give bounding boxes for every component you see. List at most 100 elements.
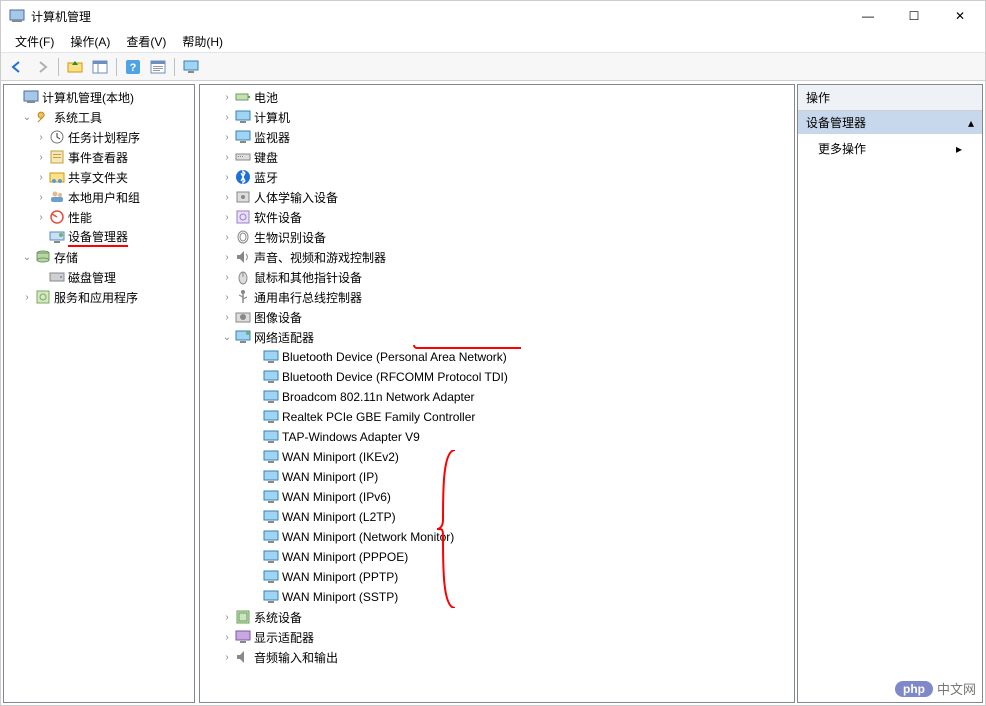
device-display-adapters[interactable]: ›显示适配器 <box>200 627 792 647</box>
chevron-right-icon[interactable]: › <box>34 190 48 204</box>
device-nic-l2tp[interactable]: WAN Miniport (L2TP) <box>200 507 792 527</box>
maximize-button[interactable]: ☐ <box>891 1 937 31</box>
tree-device-manager[interactable]: 设备管理器 <box>4 227 194 247</box>
up-folder-button[interactable] <box>63 56 87 78</box>
chevron-down-icon[interactable]: ⌄ <box>20 250 34 264</box>
monitor-button[interactable] <box>179 56 203 78</box>
tree-disk-management[interactable]: 磁盘管理 <box>4 267 194 287</box>
tree-storage[interactable]: ⌄ 存储 <box>4 247 194 267</box>
close-button[interactable]: ✕ <box>937 1 983 31</box>
device-hid[interactable]: ›人体学输入设备 <box>200 187 792 207</box>
tree-services[interactable]: › 服务和应用程序 <box>4 287 194 307</box>
expander-blank <box>34 230 48 244</box>
nic-icon <box>263 369 279 385</box>
chevron-right-icon[interactable]: › <box>34 150 48 164</box>
chevron-down-icon[interactable]: ⌄ <box>20 110 34 124</box>
device-sound[interactable]: ›声音、视频和游戏控制器 <box>200 247 792 267</box>
tree-local-users[interactable]: › 本地用户和组 <box>4 187 194 207</box>
chevron-right-icon[interactable]: › <box>220 290 234 304</box>
nic-icon <box>263 489 279 505</box>
device-nic-pptp[interactable]: WAN Miniport (PPTP) <box>200 567 792 587</box>
app-icon <box>9 8 25 24</box>
php-badge: php <box>895 681 933 697</box>
minimize-button[interactable]: — <box>845 1 891 31</box>
menu-file[interactable]: 文件(F) <box>7 31 62 52</box>
actions-subheader[interactable]: 设备管理器 ▴ <box>798 111 982 134</box>
chevron-right-icon[interactable]: › <box>220 130 234 144</box>
device-computer[interactable]: ›计算机 <box>200 107 792 127</box>
chevron-right-icon[interactable]: › <box>34 170 48 184</box>
expander-blank <box>248 490 262 504</box>
nic-icon <box>263 529 279 545</box>
menu-view[interactable]: 查看(V) <box>118 31 174 52</box>
expander-blank <box>248 590 262 604</box>
device-system-devices[interactable]: ›系统设备 <box>200 607 792 627</box>
chevron-right-icon[interactable]: › <box>220 270 234 284</box>
chevron-right-icon[interactable]: › <box>20 290 34 304</box>
device-nic-btpan[interactable]: Bluetooth Device (Personal Area Network) <box>200 347 792 367</box>
nic-icon <box>263 509 279 525</box>
chevron-right-icon[interactable]: › <box>220 310 234 324</box>
tree-root[interactable]: 计算机管理(本地) <box>4 87 194 107</box>
device-keyboard[interactable]: ›键盘 <box>200 147 792 167</box>
device-audio-io[interactable]: ›音频输入和输出 <box>200 647 792 667</box>
help-button[interactable]: ? <box>121 56 145 78</box>
chevron-right-icon[interactable]: › <box>34 130 48 144</box>
back-button[interactable] <box>5 56 29 78</box>
device-nic-ikev2[interactable]: WAN Miniport (IKEv2) <box>200 447 792 467</box>
device-label: 鼠标和其他指针设备 <box>254 269 362 286</box>
chevron-right-icon[interactable]: › <box>220 630 234 644</box>
menu-action[interactable]: 操作(A) <box>62 31 118 52</box>
users-icon <box>49 189 65 205</box>
device-network-adapters[interactable]: ⌄ 网络适配器 <box>200 327 792 347</box>
toolbar-separator <box>58 58 59 76</box>
device-nic-realtek[interactable]: Realtek PCIe GBE Family Controller <box>200 407 792 427</box>
chevron-right-icon[interactable]: › <box>220 190 234 204</box>
device-nic-btrfc[interactable]: Bluetooth Device (RFCOMM Protocol TDI) <box>200 367 792 387</box>
imaging-icon <box>235 309 251 325</box>
device-usb[interactable]: ›通用串行总线控制器 <box>200 287 792 307</box>
tree-event-viewer[interactable]: › 事件查看器 <box>4 147 194 167</box>
device-biometric[interactable]: ›生物识别设备 <box>200 227 792 247</box>
tree-performance[interactable]: › 性能 <box>4 207 194 227</box>
device-nic-pppoe[interactable]: WAN Miniport (PPPOE) <box>200 547 792 567</box>
device-software[interactable]: ›软件设备 <box>200 207 792 227</box>
device-nic-netmon[interactable]: WAN Miniport (Network Monitor) <box>200 527 792 547</box>
device-label: 网络适配器 <box>254 329 314 346</box>
device-monitors[interactable]: ›监视器 <box>200 127 792 147</box>
device-nic-ipv6[interactable]: WAN Miniport (IPv6) <box>200 487 792 507</box>
device-nic-sstp[interactable]: WAN Miniport (SSTP) <box>200 587 792 607</box>
chevron-right-icon[interactable]: › <box>220 650 234 664</box>
device-imaging[interactable]: ›图像设备 <box>200 307 792 327</box>
chevron-down-icon <box>8 90 22 104</box>
chevron-right-icon[interactable]: › <box>220 230 234 244</box>
chevron-right-icon[interactable]: › <box>34 210 48 224</box>
device-nic-broadcom[interactable]: Broadcom 802.11n Network Adapter <box>200 387 792 407</box>
chevron-right-icon[interactable]: › <box>220 170 234 184</box>
device-nic-tap[interactable]: TAP-Windows Adapter V9 <box>200 427 792 447</box>
properties-button[interactable] <box>146 56 170 78</box>
chevron-right-icon[interactable]: › <box>220 610 234 624</box>
storage-icon <box>35 249 51 265</box>
device-label: WAN Miniport (L2TP) <box>282 510 396 524</box>
chevron-right-icon[interactable]: › <box>220 110 234 124</box>
device-battery[interactable]: ›电池 <box>200 87 792 107</box>
chevron-right-icon[interactable]: › <box>220 90 234 104</box>
device-bluetooth[interactable]: ›蓝牙 <box>200 167 792 187</box>
chevron-right-icon[interactable]: › <box>220 250 234 264</box>
show-hide-tree-button[interactable] <box>88 56 112 78</box>
chevron-down-icon[interactable]: ⌄ <box>220 330 234 344</box>
tree-label: 设备管理器 <box>68 228 128 247</box>
forward-button[interactable] <box>30 56 54 78</box>
device-nic-ip[interactable]: WAN Miniport (IP) <box>200 467 792 487</box>
actions-more[interactable]: 更多操作 ▸ <box>798 134 982 163</box>
tree-shared-folders[interactable]: › 共享文件夹 <box>4 167 194 187</box>
tree-task-scheduler[interactable]: › 任务计划程序 <box>4 127 194 147</box>
menu-help[interactable]: 帮助(H) <box>174 31 231 52</box>
chevron-right-icon[interactable]: › <box>220 150 234 164</box>
tree-system-tools[interactable]: ⌄ 系统工具 <box>4 107 194 127</box>
nic-icon <box>263 409 279 425</box>
device-mouse[interactable]: › 鼠标和其他指针设备 <box>200 267 792 287</box>
watermark-text: 中文网 <box>937 679 976 698</box>
chevron-right-icon[interactable]: › <box>220 210 234 224</box>
